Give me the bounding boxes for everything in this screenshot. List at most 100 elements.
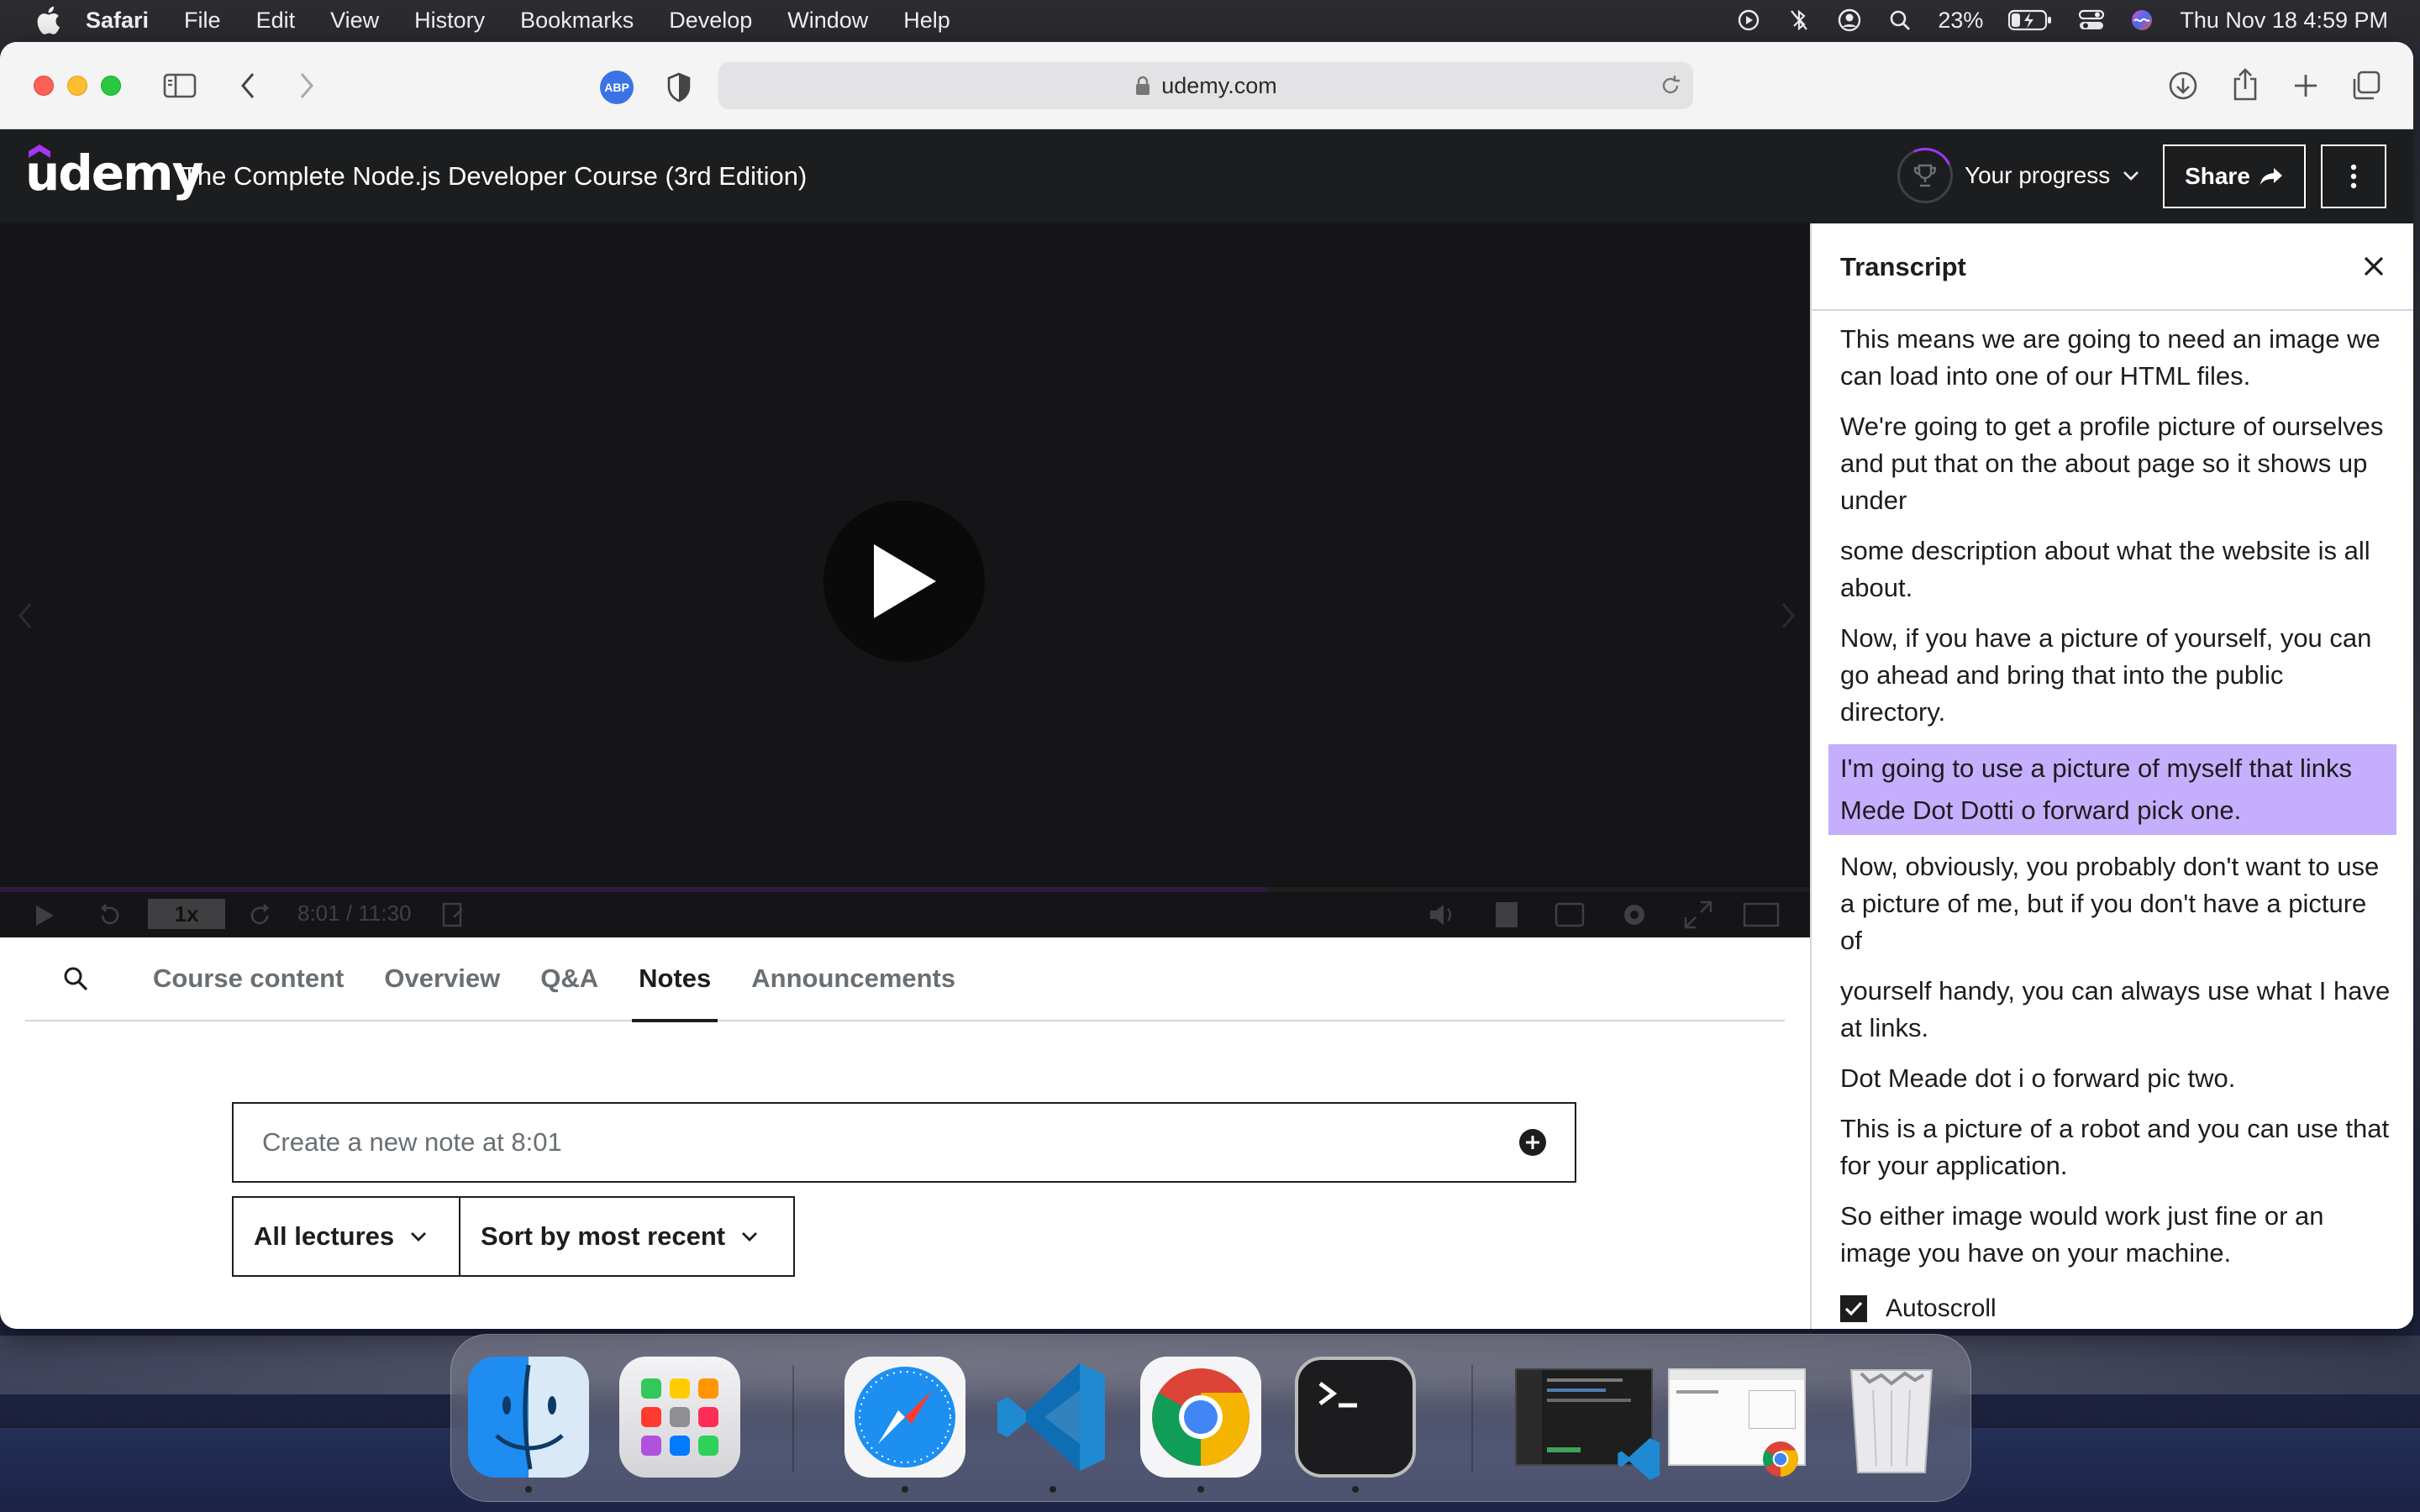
- menu-window[interactable]: Window: [787, 8, 868, 34]
- tab-notes[interactable]: Notes: [632, 937, 718, 1022]
- chevron-left-icon: [241, 73, 255, 98]
- sort-dropdown[interactable]: Sort by most recent: [459, 1196, 795, 1277]
- previous-lecture-icon[interactable]: [17, 601, 34, 630]
- transcript-line[interactable]: yourself handy, you can always use what …: [1840, 973, 2393, 1047]
- fullscreen-icon[interactable]: [1684, 900, 1712, 929]
- window-zoom-button[interactable]: [101, 76, 121, 96]
- menu-bar-clock[interactable]: Thu Nov 18 4:59 PM: [2180, 8, 2388, 34]
- transcript-line[interactable]: Now, obviously, you probably don't want …: [1840, 848, 2393, 959]
- transcript-line-current[interactable]: I'm going to use a picture of myself tha…: [1828, 744, 2396, 835]
- close-icon[interactable]: [2360, 252, 2388, 281]
- tab-overview-button[interactable]: [2348, 67, 2385, 104]
- tab-course-content[interactable]: Course content: [153, 937, 344, 1021]
- transcript-icon[interactable]: [1494, 900, 1519, 929]
- trash-icon[interactable]: [1831, 1357, 1952, 1478]
- menu-app-name[interactable]: Safari: [86, 8, 149, 34]
- transcript-line[interactable]: some description about what the website …: [1840, 533, 2393, 606]
- launchpad-icon[interactable]: [619, 1357, 740, 1478]
- playback-speed-button[interactable]: 1x: [148, 899, 225, 929]
- reload-icon[interactable]: [1660, 74, 1681, 97]
- share-page-button[interactable]: [2227, 66, 2264, 102]
- control-center-icon[interactable]: [2079, 8, 2105, 33]
- menu-view[interactable]: View: [330, 8, 379, 34]
- share-button-label: Share: [2185, 163, 2250, 189]
- menu-develop[interactable]: Develop: [669, 8, 752, 34]
- safari-window: ABP udemy.com udemy The Complete Node.js…: [0, 42, 2413, 1329]
- transcript-line[interactable]: Now, if you have a picture of yourself, …: [1840, 620, 2393, 731]
- dock-separator: [1471, 1365, 1473, 1473]
- share-button[interactable]: Share: [2163, 144, 2306, 208]
- progress-label: Your progress: [1965, 162, 2111, 188]
- play-button[interactable]: [823, 501, 985, 662]
- play-small-icon[interactable]: [34, 904, 55, 927]
- captions-icon[interactable]: [1555, 902, 1585, 927]
- transcript-line[interactable]: We're going to get a profile picture of …: [1840, 408, 2393, 519]
- siri-icon[interactable]: [2129, 8, 2154, 33]
- apple-menu-icon[interactable]: [35, 6, 60, 34]
- lecture-filter-label: All lectures: [254, 1221, 395, 1251]
- share-icon: [2233, 68, 2257, 101]
- vscode-icon[interactable]: [992, 1357, 1113, 1478]
- menu-edit[interactable]: Edit: [256, 8, 296, 34]
- autoscroll-label: Autoscroll: [1886, 1294, 1996, 1322]
- settings-gear-icon[interactable]: [1620, 900, 1649, 929]
- chevron-right-icon: [300, 73, 313, 98]
- bluetooth-off-icon[interactable]: [1786, 8, 1812, 33]
- window-minimize-button[interactable]: [67, 76, 87, 96]
- chrome-window-thumbnail[interactable]: [1668, 1368, 1806, 1477]
- back-button[interactable]: [235, 69, 260, 102]
- safari-icon[interactable]: [844, 1357, 965, 1478]
- udemy-logo[interactable]: udemy: [25, 144, 203, 202]
- transcript-line[interactable]: Dot Meade dot i o forward pic two.: [1840, 1060, 2393, 1097]
- new-note-field[interactable]: [232, 1102, 1576, 1183]
- chevron-down-icon: [411, 1232, 427, 1242]
- menu-bar-status-area: 23% Thu Nov 18 4:59 PM: [1736, 0, 2388, 40]
- media-play-icon[interactable]: [1736, 8, 1761, 33]
- tab-overview[interactable]: Overview: [384, 937, 500, 1021]
- privacy-shield-button[interactable]: [664, 71, 694, 104]
- transcript-line[interactable]: So either image would work just fine or …: [1840, 1198, 2393, 1272]
- menu-file[interactable]: File: [184, 8, 221, 34]
- user-account-icon[interactable]: [1837, 8, 1862, 33]
- adblock-extension-button[interactable]: ABP: [600, 71, 634, 104]
- downloads-button[interactable]: [2165, 67, 2202, 104]
- menu-help[interactable]: Help: [903, 8, 950, 34]
- menu-history[interactable]: History: [414, 8, 485, 34]
- lecture-filter-dropdown[interactable]: All lectures: [232, 1196, 460, 1277]
- course-title[interactable]: The Complete Node.js Developer Course (3…: [182, 161, 807, 192]
- transcript-header: Transcript: [1812, 223, 2413, 311]
- new-note-input[interactable]: [262, 1127, 1439, 1158]
- address-bar[interactable]: udemy.com: [718, 62, 1693, 109]
- video-progress-bar[interactable]: [0, 887, 1810, 892]
- autoscroll-checkbox[interactable]: [1840, 1295, 1867, 1322]
- expanded-view-icon[interactable]: [1743, 902, 1780, 927]
- volume-icon[interactable]: [1428, 902, 1457, 927]
- forward-icon[interactable]: [247, 902, 274, 929]
- transcript-title: Transcript: [1840, 252, 1966, 281]
- sidebar-toggle-button[interactable]: [161, 69, 198, 102]
- new-tab-button[interactable]: [2287, 67, 2324, 104]
- autoscroll-toggle[interactable]: Autoscroll: [1812, 1289, 2413, 1329]
- transcript-line[interactable]: This means we are going to need an image…: [1840, 321, 2393, 395]
- tab-announcements[interactable]: Announcements: [751, 937, 955, 1021]
- tab-qa[interactable]: Q&A: [540, 937, 598, 1021]
- add-circle-icon[interactable]: [1518, 1127, 1548, 1158]
- video-controls-bar: 1x 8:01 / 11:30: [0, 887, 1810, 937]
- transcript-line[interactable]: This is a picture of a robot and you can…: [1840, 1110, 2393, 1184]
- search-course-button[interactable]: [62, 965, 106, 992]
- rewind-icon[interactable]: [96, 902, 123, 929]
- window-close-button[interactable]: [34, 76, 54, 96]
- progress-dropdown[interactable]: Your progress: [1897, 148, 2140, 203]
- terminal-icon[interactable]: [1295, 1357, 1416, 1478]
- battery-charging-icon[interactable]: [2008, 8, 2054, 33]
- next-lecture-icon[interactable]: [1780, 601, 1797, 630]
- vscode-window-thumbnail[interactable]: [1515, 1368, 1660, 1480]
- spotlight-search-icon[interactable]: [1887, 8, 1912, 33]
- finder-icon[interactable]: [468, 1357, 589, 1478]
- add-note-icon[interactable]: [442, 902, 466, 929]
- more-options-button[interactable]: [2321, 144, 2386, 208]
- chrome-icon[interactable]: [1140, 1357, 1261, 1478]
- menu-bookmarks[interactable]: Bookmarks: [520, 8, 634, 34]
- video-player[interactable]: 1x 8:01 / 11:30: [0, 223, 1810, 937]
- forward-button[interactable]: [294, 69, 319, 102]
